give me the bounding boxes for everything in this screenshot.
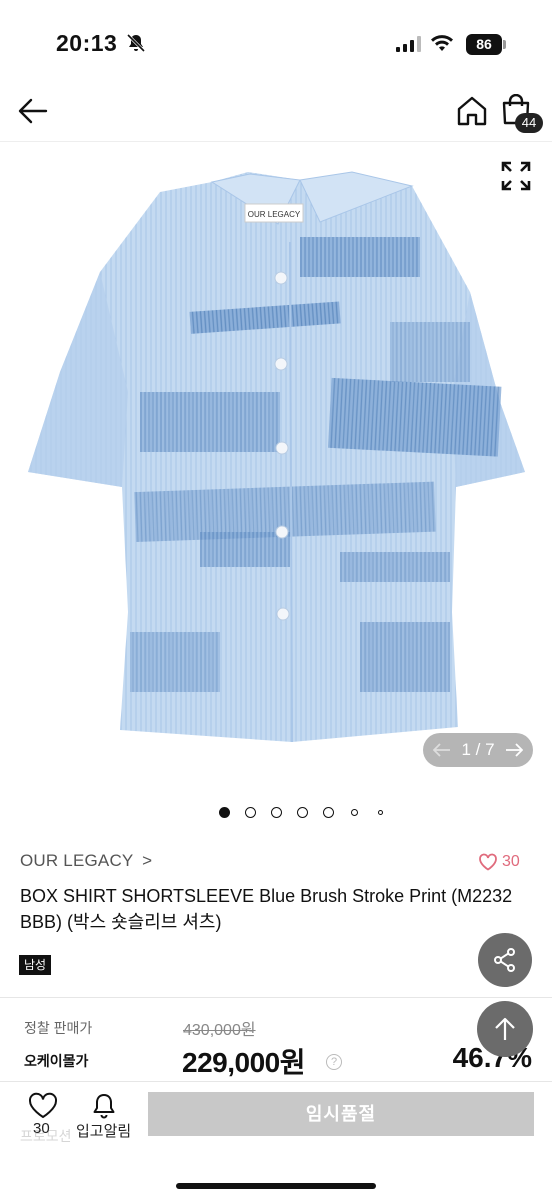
restock-alarm-label[interactable]: 입고알림 bbox=[76, 1120, 131, 1141]
pagination-dot-active[interactable] bbox=[219, 807, 230, 818]
image-counter: 1 / 7 bbox=[423, 733, 533, 767]
pagination-dot[interactable] bbox=[297, 807, 308, 818]
heart-icon bbox=[479, 853, 497, 871]
signal-icon bbox=[396, 36, 421, 52]
home-indicator bbox=[176, 1183, 376, 1189]
top-nav: 44 bbox=[0, 80, 552, 142]
brand-name: OUR LEGACY bbox=[20, 851, 134, 870]
price-help-icon[interactable]: ? bbox=[326, 1054, 342, 1070]
share-button[interactable] bbox=[478, 933, 532, 987]
previous-image-icon[interactable] bbox=[433, 743, 451, 757]
chevron-right-icon: > bbox=[142, 851, 153, 870]
product-image: OUR LEGACY bbox=[28, 171, 525, 743]
scroll-to-top-button[interactable] bbox=[477, 1001, 533, 1057]
home-icon[interactable] bbox=[455, 95, 489, 127]
cart-count-badge: 44 bbox=[515, 113, 543, 133]
pagination-dot[interactable] bbox=[271, 807, 282, 818]
bell-muted-icon bbox=[126, 33, 146, 53]
original-price-label: 정찰 판매가 bbox=[24, 1020, 93, 1036]
sale-price: 229,000원 bbox=[182, 1047, 305, 1078]
sale-price-label: 오케이몰가 bbox=[24, 1053, 89, 1069]
status-time: 20:13 bbox=[56, 30, 118, 56]
back-arrow-icon[interactable] bbox=[16, 94, 50, 128]
image-counter-text: 1 / 7 bbox=[461, 740, 495, 759]
brand-link[interactable]: OUR LEGACY > bbox=[20, 851, 152, 871]
battery-level: 86 bbox=[466, 34, 502, 55]
restock-alarm-bell-icon[interactable] bbox=[90, 1092, 118, 1120]
next-image-icon[interactable] bbox=[505, 743, 523, 757]
section-divider bbox=[0, 997, 552, 998]
expand-icon[interactable] bbox=[500, 160, 532, 192]
like-button[interactable]: 30 bbox=[478, 853, 520, 871]
pagination-dot[interactable] bbox=[351, 809, 358, 816]
shirt-neck-label: OUR LEGACY bbox=[248, 210, 301, 219]
like-count: 30 bbox=[502, 853, 520, 870]
pagination-dot[interactable] bbox=[323, 807, 334, 818]
gallery-pagination bbox=[0, 806, 552, 820]
pagination-dot[interactable] bbox=[245, 807, 256, 818]
temporarily-sold-out-button[interactable]: 임시품절 bbox=[148, 1092, 534, 1136]
arrow-up-icon bbox=[495, 1017, 515, 1040]
status-bar: 20:13 86 bbox=[0, 0, 552, 80]
wifi-icon bbox=[431, 35, 453, 51]
product-title: BOX SHIRT SHORTSLEEVE Blue Brush Stroke … bbox=[20, 886, 513, 932]
gender-tag: 남성 bbox=[19, 955, 52, 975]
original-price: 430,000원 bbox=[183, 1022, 256, 1039]
battery-cap bbox=[503, 40, 506, 49]
wishlist-heart-icon[interactable] bbox=[26, 1092, 60, 1120]
pagination-dot[interactable] bbox=[378, 810, 383, 815]
product-image-gallery[interactable]: OUR LEGACY 1 / 7 bbox=[0, 142, 552, 792]
wishlist-count: 30 bbox=[33, 1120, 50, 1137]
share-icon bbox=[494, 948, 515, 972]
